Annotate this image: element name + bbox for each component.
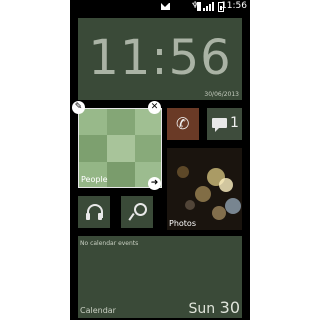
phone-icon: ✆: [176, 114, 190, 133]
people-label: People: [81, 175, 108, 184]
music-tile[interactable]: [78, 196, 110, 228]
status-time: 11:56: [221, 1, 247, 11]
phone-tile[interactable]: ✆: [167, 108, 199, 140]
photos-label: Photos: [169, 219, 196, 228]
close-icon[interactable]: ✕: [148, 101, 161, 114]
calendar-label: Calendar: [80, 306, 116, 315]
search-tile[interactable]: [121, 196, 153, 228]
headphones-icon: [86, 204, 103, 220]
calendar-events-text: No calendar events: [80, 240, 139, 247]
search-icon: [128, 203, 147, 221]
mail-icon: [161, 3, 170, 10]
signal-icon: [203, 2, 215, 11]
wrench-icon[interactable]: ✎: [72, 101, 85, 114]
clock-date: 30/06/2013: [204, 91, 239, 98]
clock-time: 11:56: [88, 30, 232, 86]
message-icon: [212, 118, 227, 132]
calendar-day-number: 30: [219, 298, 240, 317]
arrow-right-icon[interactable]: ➜: [148, 177, 161, 190]
phone-screen: ♆ 11:56 11:56 30/06/2013 People ✎ ✕ ➜ ✆ …: [70, 0, 250, 320]
people-tile[interactable]: People: [78, 108, 162, 188]
photos-tile[interactable]: Photos: [167, 148, 242, 230]
status-bar: ♆ 11:56: [70, 0, 250, 14]
clock-tile[interactable]: 11:56 30/06/2013: [78, 18, 242, 100]
calendar-date: Sun 30: [189, 298, 240, 317]
calendar-tile[interactable]: No calendar events Calendar Sun 30: [78, 236, 242, 318]
message-count: 1: [230, 115, 239, 131]
messaging-tile[interactable]: 1: [207, 108, 242, 140]
wifi-icon: [197, 2, 201, 11]
calendar-day-name: Sun: [188, 301, 216, 317]
